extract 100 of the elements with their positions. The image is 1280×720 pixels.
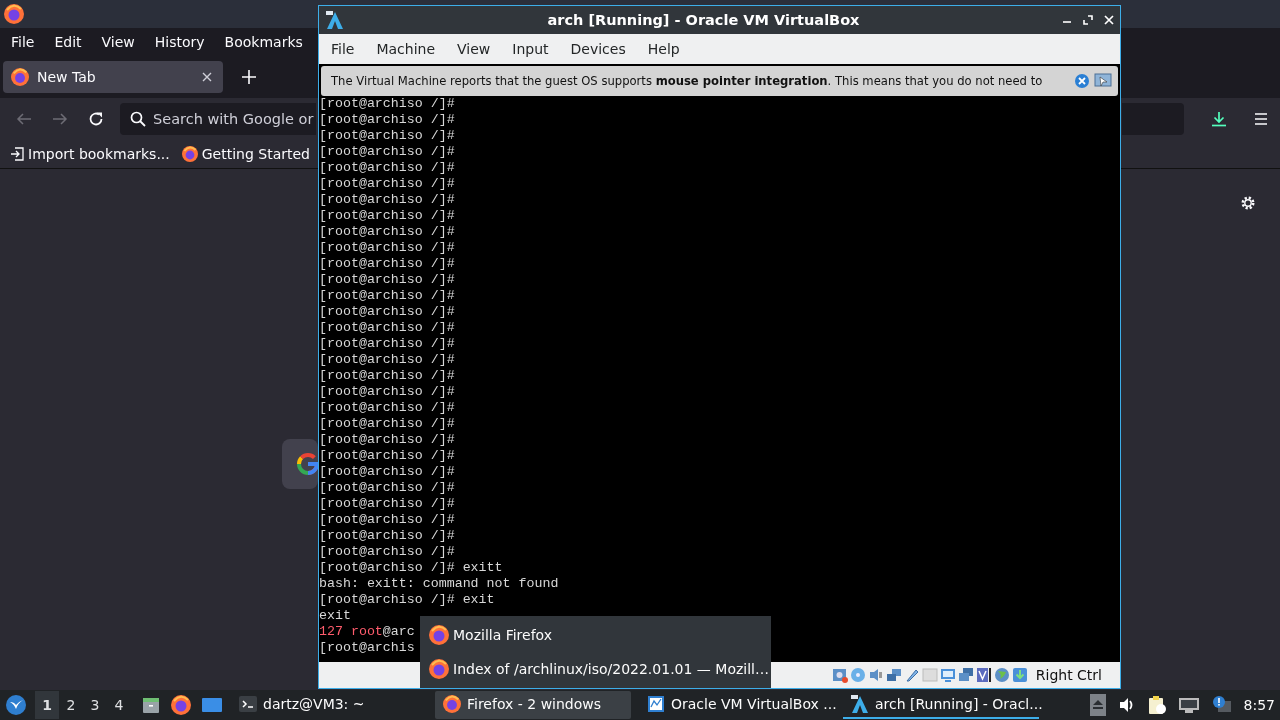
browser-icon bbox=[181, 146, 198, 162]
search-icon bbox=[130, 111, 146, 127]
clipboard-icon[interactable] bbox=[1147, 695, 1166, 715]
browser-icon bbox=[11, 68, 29, 86]
taskbar-button[interactable]: Firefox - 2 windows bbox=[435, 691, 631, 719]
browser-icon bbox=[4, 4, 24, 24]
terminal-line: [root@archiso /]# bbox=[319, 256, 456, 272]
terminal-line: [root@archiso /]# bbox=[319, 512, 456, 528]
menu-item[interactable]: Bookmarks bbox=[216, 32, 311, 52]
network-icon[interactable] bbox=[1177, 696, 1200, 714]
terminal-line: [root@archiso /]# bbox=[319, 192, 456, 208]
menu-item[interactable]: File bbox=[3, 32, 43, 52]
shortcut-tile[interactable] bbox=[282, 439, 318, 489]
terminal-text: @arc bbox=[382, 624, 415, 639]
menu-item[interactable]: Machine bbox=[366, 39, 446, 59]
back-arrow-icon[interactable] bbox=[16, 111, 32, 127]
plus-icon[interactable] bbox=[241, 69, 257, 85]
bookmark[interactable]: Getting Started bbox=[181, 146, 310, 162]
terminal-line: bash: exitt: command not found bbox=[319, 576, 560, 592]
terminal-line: [root@archiso /]# exitt bbox=[319, 560, 504, 576]
browser-icon bbox=[443, 695, 461, 713]
browser-icon bbox=[429, 625, 449, 645]
browser-icon[interactable] bbox=[171, 695, 191, 715]
terminal-line: [root@archiso /]# bbox=[319, 464, 456, 480]
terminal-line: [root@archiso /]# bbox=[319, 96, 456, 112]
terminal-text: 127 root bbox=[319, 624, 383, 639]
terminal-line: [root@archis bbox=[319, 640, 416, 656]
pointer-icon[interactable] bbox=[1094, 73, 1112, 89]
restore-icon[interactable] bbox=[1083, 15, 1093, 25]
terminal-line: [root@archiso /]# bbox=[319, 368, 456, 384]
terminal-line: [root@archiso /]# bbox=[319, 400, 456, 416]
window-title: arch [Running] - Oracle VM VirtualBox bbox=[546, 12, 861, 28]
vm-screen[interactable] bbox=[319, 64, 1120, 662]
terminal-line: [root@archiso /]# bbox=[319, 128, 456, 144]
ring-logo-icon bbox=[296, 452, 320, 476]
menu-item[interactable]: Mozilla Firefox bbox=[420, 618, 771, 652]
audio-icon[interactable] bbox=[867, 667, 884, 683]
menu-item[interactable]: View bbox=[93, 32, 143, 52]
host-key-label: Right Ctrl bbox=[1035, 667, 1102, 683]
terminal-line: [root@archiso /]# bbox=[319, 480, 456, 496]
settings-icon[interactable] bbox=[1240, 195, 1256, 211]
desktop-switch[interactable]: 3 bbox=[83, 691, 107, 719]
terminal-line: [root@archiso /]# bbox=[319, 528, 456, 544]
app-logo-icon bbox=[851, 695, 869, 713]
display-icon[interactable] bbox=[939, 667, 956, 683]
bird-logo-icon[interactable] bbox=[5, 694, 27, 716]
terminal-line: [root@archiso /]# bbox=[319, 144, 456, 160]
notification-icon[interactable] bbox=[1211, 695, 1232, 715]
browser-icon bbox=[429, 659, 449, 679]
search-field[interactable]: Search with Google or bbox=[120, 103, 316, 135]
desktop-switch[interactable]: 1 bbox=[35, 691, 59, 719]
terminal-line: [root@archiso /]# bbox=[319, 416, 456, 432]
terminal-line: [root@archiso /]# bbox=[319, 384, 456, 400]
close-icon[interactable] bbox=[201, 71, 213, 83]
terminal-line: [root@archiso /]# bbox=[319, 544, 456, 560]
taskbar-button[interactable]: Oracle VM VirtualBox ... bbox=[639, 691, 835, 719]
app-logo-icon bbox=[325, 10, 345, 30]
desktop-switch[interactable]: 2 bbox=[59, 691, 83, 719]
forward-arrow-icon[interactable] bbox=[52, 111, 68, 127]
chart-window-icon bbox=[647, 695, 665, 713]
terminal-line: [root@archiso /]# bbox=[319, 336, 456, 352]
menu-item[interactable]: Help bbox=[637, 39, 690, 59]
capture-icon[interactable] bbox=[975, 667, 992, 683]
bookmark[interactable]: Import bookmarks... bbox=[10, 146, 170, 162]
notification-text: The Virtual Machine reports that the guest OS supports mouse pointer integration. This means that you do not need to bbox=[331, 74, 1044, 88]
terminal-line: exit bbox=[319, 608, 352, 624]
menu-item[interactable]: Devices bbox=[560, 39, 636, 59]
eject-icon[interactable] bbox=[1089, 694, 1106, 716]
menu-icon[interactable] bbox=[1253, 111, 1269, 127]
browser-tab[interactable]: New Tab bbox=[3, 61, 223, 93]
taskbar-button[interactable]: dartz@VM3: ~ bbox=[231, 691, 427, 719]
menu-item[interactable]: View bbox=[447, 39, 501, 59]
terminal-line: [root@archiso /]# bbox=[319, 432, 456, 448]
terminal-line: [root@archiso /]# bbox=[319, 288, 456, 304]
import-icon bbox=[10, 147, 24, 161]
menu-item[interactable]: Index of /archlinux/iso/2022.01.01 — Mozill… bbox=[420, 652, 771, 686]
terminal-line: [root@archiso /]# bbox=[319, 112, 456, 128]
clock[interactable]: 8:57 bbox=[1243, 697, 1275, 713]
terminal-line: [root@archiso /]# bbox=[319, 448, 456, 464]
menu-item[interactable]: Input bbox=[502, 39, 559, 59]
terminal-line: [root@archiso /]# bbox=[319, 320, 456, 336]
menu-item[interactable]: File bbox=[321, 39, 365, 59]
terminal-line: [root@archiso /]# bbox=[319, 496, 456, 512]
download-icon[interactable] bbox=[1211, 111, 1227, 127]
terminal-line: [root@archiso /]# exit bbox=[319, 592, 496, 608]
screen-icon[interactable] bbox=[201, 695, 223, 715]
download-box-icon[interactable] bbox=[1011, 667, 1028, 683]
reload-icon[interactable] bbox=[88, 111, 104, 127]
terminal-line: [root@archiso /]# bbox=[319, 208, 456, 224]
terminal-line: [root@archiso /]# bbox=[319, 304, 456, 320]
terminal-line: [root@archiso /]# bbox=[319, 160, 456, 176]
network-icon[interactable] bbox=[885, 667, 902, 683]
file-cabinet-icon[interactable] bbox=[141, 695, 161, 715]
terminal-line: [root@archiso /]# bbox=[319, 176, 456, 192]
field-background bbox=[1122, 103, 1184, 135]
desktop-switch[interactable]: 4 bbox=[107, 691, 131, 719]
menu-item[interactable]: History bbox=[146, 32, 213, 52]
windows-icon[interactable] bbox=[957, 667, 974, 683]
menu-item[interactable]: Edit bbox=[46, 32, 90, 52]
terminal-line: [root@archiso /]# bbox=[319, 240, 456, 256]
